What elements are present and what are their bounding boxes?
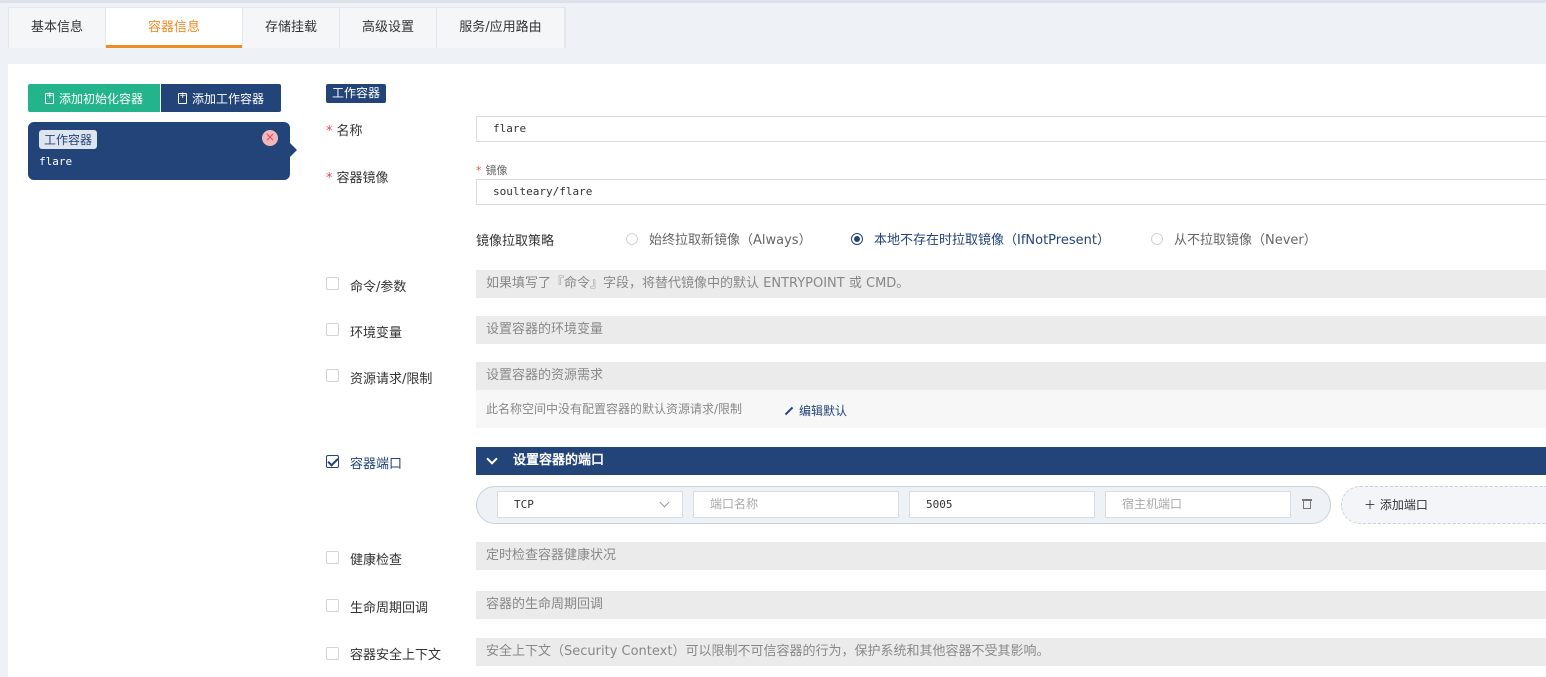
pull-policy-always-label: 始终拉取新镜像（Always）: [649, 233, 812, 248]
add-port-button[interactable]: ＋ 添加端口: [1341, 486, 1546, 524]
command-hint: 如果填写了『命令』字段，将替代镜像中的默认 ENTRYPOINT 或 CMD。: [476, 270, 1546, 298]
chevron-down-icon: [486, 453, 498, 465]
plus-icon: ＋: [1364, 498, 1377, 512]
container-card-name: flare: [39, 155, 73, 168]
edit-default-label: 编辑默认: [799, 404, 848, 418]
pencil-icon: [784, 406, 794, 415]
port-name-input[interactable]: 端口名称: [693, 491, 899, 518]
resources-hint: 设置容器的资源需求: [476, 362, 1546, 390]
pull-policy-never-label: 从不拉取镜像（Never）: [1174, 233, 1317, 248]
command-checkbox[interactable]: [326, 277, 339, 290]
image-sublabel: * 镜像: [476, 164, 508, 177]
pull-policy-never[interactable]: 从不拉取镜像（Never）: [1151, 229, 1317, 248]
tab-advanced-settings[interactable]: 高级设置: [340, 8, 437, 48]
add-file-icon: [44, 90, 54, 104]
lifecycle-checkbox[interactable]: [326, 599, 339, 612]
edit-default-link[interactable]: 编辑默认: [784, 402, 847, 419]
health-label: 健康检查: [350, 553, 403, 568]
add-init-container-label: 添加初始化容器: [58, 91, 143, 106]
add-work-container-label: 添加工作容器: [191, 91, 264, 106]
protocol-value: TCP: [514, 498, 534, 511]
tab-bar: 基本信息 容器信息 存储挂载 高级设置 服务/应用路由: [8, 7, 566, 48]
container-card[interactable]: 工作容器 flare ×: [28, 122, 297, 180]
add-file-icon: [177, 90, 187, 104]
container-port-input[interactable]: 5005: [909, 491, 1095, 518]
chevron-down-icon: [659, 497, 670, 508]
security-label: 容器安全上下文: [350, 648, 442, 663]
container-type-tag: 工作容器: [39, 130, 98, 149]
env-label: 环境变量: [350, 326, 403, 341]
ports-bar-title: 设置容器的端口: [513, 453, 605, 468]
lifecycle-hint: 容器的生命周期回调: [476, 591, 1546, 619]
ports-checkbox[interactable]: [326, 455, 339, 468]
image-label: * 容器镜像: [326, 171, 389, 186]
add-port-label: 添加端口: [1379, 498, 1428, 512]
resources-label: 资源请求/限制: [350, 372, 433, 387]
add-work-container-button[interactable]: 添加工作容器: [161, 84, 281, 112]
close-icon[interactable]: ×: [262, 130, 278, 146]
trash-icon[interactable]: [1302, 499, 1312, 510]
radio-icon: [1151, 232, 1163, 245]
pull-policy-ifnotpresent[interactable]: 本地不存在时拉取镜像（IfNotPresent）: [851, 229, 1110, 248]
add-init-container-button[interactable]: 添加初始化容器: [28, 84, 160, 112]
image-input[interactable]: soulteary/flare: [476, 179, 1546, 205]
tab-container-info[interactable]: 容器信息: [106, 8, 243, 48]
ports-collapse-bar[interactable]: 设置容器的端口: [476, 447, 1546, 475]
env-checkbox[interactable]: [326, 323, 339, 336]
name-label: * 名称: [326, 124, 363, 139]
health-hint: 定时检查容器健康状况: [476, 542, 1546, 570]
resources-checkbox[interactable]: [326, 369, 339, 382]
top-divider: [0, 0, 1546, 3]
security-checkbox[interactable]: [326, 647, 339, 660]
host-port-input[interactable]: 宿主机端口: [1105, 491, 1291, 518]
resources-note: 此名称空间中没有配置容器的默认资源请求/限制: [476, 390, 1546, 428]
protocol-select[interactable]: TCP: [497, 491, 683, 518]
pull-policy-label: 镜像拉取策略: [476, 234, 555, 249]
security-hint: 安全上下文（Security Context）可以限制不可信容器的行为，保护系统…: [476, 638, 1546, 666]
container-type-badge: 工作容器: [326, 84, 387, 103]
pull-policy-always[interactable]: 始终拉取新镜像（Always）: [626, 229, 812, 248]
lifecycle-label: 生命周期回调: [350, 601, 429, 616]
command-label: 命令/参数: [350, 280, 407, 295]
ports-label: 容器端口: [350, 457, 403, 472]
name-input[interactable]: flare: [476, 116, 1546, 142]
radio-icon: [626, 232, 638, 245]
tab-service-route[interactable]: 服务/应用路由: [437, 8, 565, 48]
pull-policy-ifnotpresent-label: 本地不存在时拉取镜像（IfNotPresent）: [874, 233, 1110, 248]
tab-storage-mount[interactable]: 存储挂载: [243, 8, 340, 48]
health-checkbox[interactable]: [326, 551, 339, 564]
radio-selected-icon: [851, 232, 863, 245]
tab-basic-info[interactable]: 基本信息: [9, 8, 106, 48]
env-hint: 设置容器的环境变量: [476, 316, 1546, 344]
